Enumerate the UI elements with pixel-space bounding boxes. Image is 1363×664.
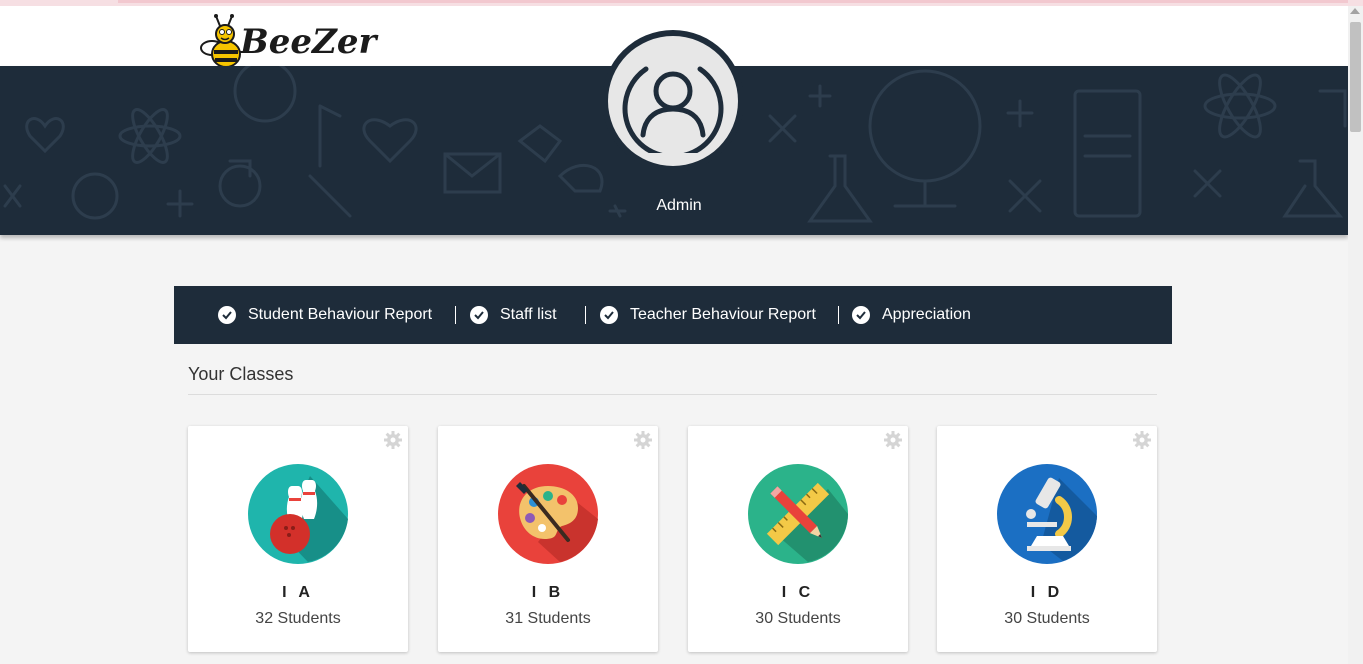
nav-separator bbox=[455, 306, 456, 324]
gear-icon[interactable] bbox=[634, 431, 652, 449]
gear-icon[interactable] bbox=[884, 431, 902, 449]
paint-palette-icon bbox=[498, 464, 598, 564]
nav-separator bbox=[838, 306, 839, 324]
profile-name: Admin bbox=[656, 197, 702, 214]
microscope-icon bbox=[997, 464, 1097, 564]
brand-name: BeeZer bbox=[240, 22, 377, 62]
report-nav: Student Behaviour Report Staff list Teac… bbox=[174, 286, 1172, 344]
check-circle-icon bbox=[218, 306, 236, 324]
nav-item-label: Student Behaviour Report bbox=[248, 306, 433, 323]
user-icon bbox=[622, 66, 724, 153]
section-divider bbox=[188, 394, 1157, 395]
nav-item-appreciation[interactable]: Appreciation bbox=[852, 286, 971, 344]
bowling-icon bbox=[248, 464, 348, 564]
class-name: I C bbox=[781, 584, 815, 601]
avatar[interactable] bbox=[608, 36, 738, 166]
nav-item-label: Staff list bbox=[500, 306, 557, 323]
student-count: 31 Students bbox=[505, 610, 591, 627]
scrollbar-thumb[interactable] bbox=[1350, 22, 1361, 132]
student-count: 32 Students bbox=[255, 610, 341, 627]
brand-logo[interactable]: BeeZer bbox=[198, 14, 376, 72]
check-circle-icon bbox=[470, 306, 488, 324]
student-count: 30 Students bbox=[1004, 610, 1090, 627]
nav-item-label: Appreciation bbox=[882, 306, 971, 323]
check-circle-icon bbox=[600, 306, 618, 324]
check-circle-icon bbox=[852, 306, 870, 324]
gear-icon[interactable] bbox=[1133, 431, 1151, 449]
section-title: Your Classes bbox=[188, 364, 294, 384]
class-name: I B bbox=[531, 584, 565, 601]
bee-icon bbox=[200, 14, 241, 68]
nav-item-label: Teacher Behaviour Report bbox=[630, 306, 816, 323]
nav-item-student-behaviour-report[interactable]: Student Behaviour Report bbox=[218, 286, 432, 344]
class-card-ic[interactable]: I C 30 Students bbox=[688, 426, 908, 652]
class-card-ia[interactable]: I A 32 Students bbox=[188, 426, 408, 652]
class-name: I D bbox=[1030, 584, 1064, 601]
class-name: I A bbox=[282, 584, 314, 601]
student-count: 30 Students bbox=[755, 610, 841, 627]
nav-item-teacher-behaviour-report[interactable]: Teacher Behaviour Report bbox=[600, 286, 816, 344]
nav-separator bbox=[585, 306, 586, 324]
nav-item-staff-list[interactable]: Staff list bbox=[470, 286, 557, 344]
ruler-pencil-icon bbox=[748, 464, 848, 564]
gear-icon[interactable] bbox=[384, 431, 402, 449]
class-card-id[interactable]: I D 30 Students bbox=[937, 426, 1157, 652]
scroll-up-arrow[interactable] bbox=[1350, 8, 1360, 14]
class-card-ib[interactable]: I B 31 Students bbox=[438, 426, 658, 652]
